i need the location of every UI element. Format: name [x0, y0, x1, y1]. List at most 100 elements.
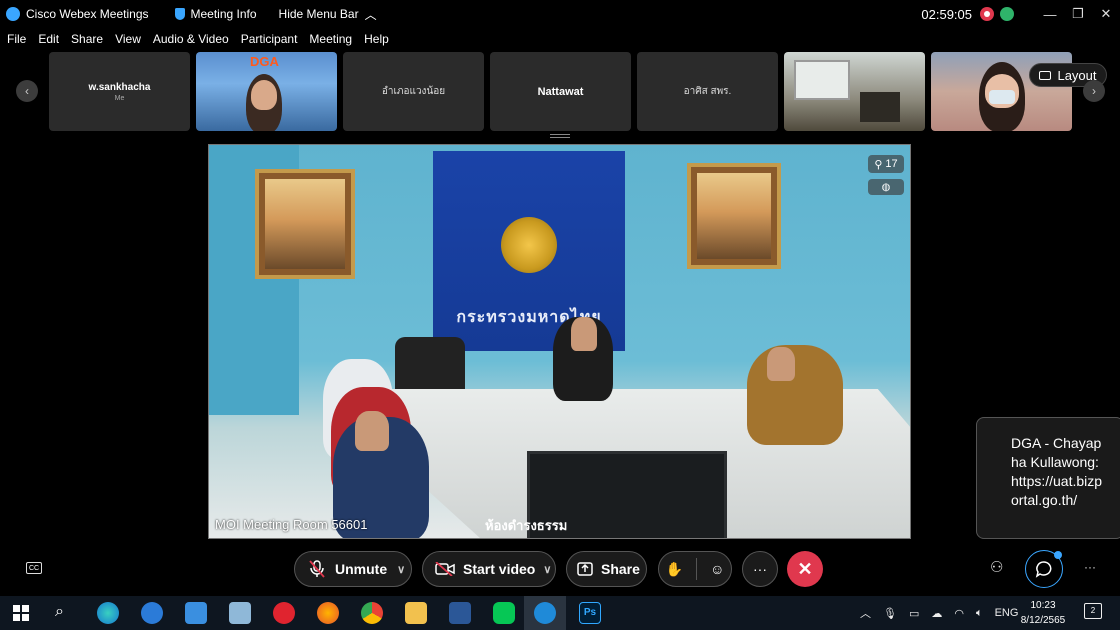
participants-panel-icon[interactable]: ⚇: [990, 558, 1003, 576]
windows-start-icon[interactable]: [13, 605, 29, 621]
person-icon: ⚲: [874, 158, 883, 171]
participant-tile[interactable]: อำเภอแวงน้อย: [343, 52, 484, 131]
system-tray: ︿ 🎙︎ ▭ ☁︎ ◠ 🔈︎ ENG: [860, 596, 1018, 630]
chair-in-video: [860, 92, 900, 122]
menu-participant[interactable]: Participant: [241, 32, 298, 46]
participant-tile[interactable]: อาศิส สพร.: [637, 52, 778, 131]
menu-help[interactable]: Help: [364, 32, 389, 46]
participant-strip: ‹ w.sankhacha Me DGA อำเภอแวงน้อย Nattaw…: [0, 50, 1120, 134]
chevron-down-icon[interactable]: ∨: [397, 563, 405, 576]
close-icon[interactable]: ✕: [1092, 6, 1120, 22]
person-face: [767, 347, 795, 381]
menu-edit[interactable]: Edit: [38, 32, 59, 46]
menu-bar: File Edit Share View Audio & Video Parti…: [0, 28, 1120, 50]
participant-name: w.sankhacha: [88, 81, 151, 93]
participant-video-tile[interactable]: DGA: [196, 52, 337, 131]
volume-icon[interactable]: 🔈︎: [976, 607, 983, 620]
edge-icon[interactable]: [97, 602, 119, 624]
participant-face: [251, 80, 277, 110]
portrait-frame: [687, 163, 781, 269]
chrome-icon[interactable]: [361, 602, 383, 624]
more-icon: ···: [753, 561, 767, 577]
start-video-button[interactable]: Start video ∨: [422, 551, 556, 587]
menu-view[interactable]: View: [115, 32, 141, 46]
tray-chevron-up-icon[interactable]: ︿: [860, 605, 871, 621]
unmute-button[interactable]: Unmute ∨: [294, 551, 412, 587]
restore-icon[interactable]: ❐: [1064, 6, 1092, 22]
clock-time: 10:23: [1030, 600, 1056, 611]
strip-next-button[interactable]: ›: [1083, 80, 1105, 102]
participant-tile[interactable]: w.sankhacha Me: [49, 52, 190, 131]
main-video[interactable]: กระทรวงมหาดไทย ห้องดำรงธรรม MOI Meeting …: [208, 144, 911, 539]
participant-name: อาศิส สพร.: [683, 86, 732, 97]
search-icon[interactable]: ⌕: [55, 603, 64, 621]
wifi-icon[interactable]: ◠: [954, 607, 964, 620]
unmute-label: Unmute: [335, 561, 388, 577]
menu-meeting[interactable]: Meeting: [309, 32, 352, 46]
close-icon: ✕: [797, 558, 813, 579]
dga-logo: DGA: [250, 54, 279, 69]
internet-explorer-icon[interactable]: [141, 602, 163, 624]
person-in-video: [747, 345, 843, 445]
chevron-left-icon: ‹: [25, 84, 29, 98]
participant-video-tile[interactable]: [784, 52, 925, 131]
participant-tile[interactable]: Nattawat: [490, 52, 631, 131]
more-panels-icon[interactable]: ···: [1084, 560, 1096, 574]
file-explorer-icon[interactable]: [405, 602, 427, 624]
emoji-reaction-icon[interactable]: ☺: [710, 561, 724, 577]
chevron-down-icon[interactable]: ∨: [543, 563, 551, 576]
hide-menu-bar-button[interactable]: Hide Menu Bar ︿: [279, 6, 377, 23]
microphone-icon[interactable]: 🎙︎: [883, 607, 897, 620]
meeting-info-button[interactable]: Meeting Info: [174, 7, 257, 21]
room-sign: ห้องดำรงธรรม: [485, 518, 568, 533]
opera-icon[interactable]: [273, 602, 295, 624]
notification-count: 2: [1090, 606, 1096, 615]
portrait-frame: [255, 169, 355, 279]
clock-date: 8/12/2565: [1020, 615, 1066, 626]
participant-name: Nattawat: [537, 85, 584, 98]
shield-icon: [174, 8, 185, 20]
participant-sub: Me: [114, 94, 125, 102]
menu-file[interactable]: File: [7, 32, 26, 46]
taskbar-clock[interactable]: 10:23 8/12/2565: [1018, 598, 1068, 628]
notification-center-icon[interactable]: 2: [1084, 603, 1102, 619]
share-button[interactable]: Share: [566, 551, 647, 587]
menu-share[interactable]: Share: [71, 32, 103, 46]
chat-notification[interactable]: DGA - Chayapha Kullawong: https://uat.bi…: [976, 417, 1120, 539]
minimize-icon[interactable]: —: [1036, 7, 1064, 22]
meeting-info-label: Meeting Info: [190, 7, 257, 21]
globe-icon[interactable]: ◍: [868, 179, 904, 195]
resize-grip[interactable]: [550, 134, 570, 138]
webex-taskbar-icon[interactable]: [534, 602, 556, 624]
app-icon[interactable]: [229, 602, 251, 624]
raise-hand-icon[interactable]: ✋: [666, 561, 683, 578]
layout-icon: [1039, 70, 1052, 80]
mic-muted-icon: [309, 560, 325, 578]
battery-icon[interactable]: ▭: [909, 607, 919, 620]
end-meeting-button[interactable]: ✕: [787, 551, 823, 587]
firefox-icon[interactable]: [317, 602, 339, 624]
menu-audio-video[interactable]: Audio & Video: [153, 32, 229, 46]
share-label: Share: [601, 561, 640, 577]
video-off-icon: [435, 562, 455, 576]
more-options-button[interactable]: ···: [742, 551, 778, 587]
reactions-group: ✋ ☺: [658, 551, 732, 587]
windows-taskbar: ⌕ Ps ︿ 🎙︎ ▭ ☁︎ ◠ 🔈︎ ENG 10:23 8/12/2565 …: [0, 596, 1120, 630]
emblem-icon: [501, 217, 557, 273]
word-icon[interactable]: [449, 602, 471, 624]
mask: [989, 90, 1015, 104]
mail-icon[interactable]: [185, 602, 207, 624]
photoshop-icon[interactable]: Ps: [579, 602, 601, 624]
network-health-icon[interactable]: [1000, 7, 1014, 21]
window-in-video: [794, 60, 850, 100]
recording-icon[interactable]: [980, 7, 994, 21]
captions-icon[interactable]: CC: [26, 562, 42, 574]
app-title: Cisco Webex Meetings: [26, 7, 149, 21]
participant-count-badge[interactable]: ⚲ 17: [868, 155, 904, 173]
unread-indicator: [1054, 551, 1062, 559]
line-icon[interactable]: [493, 602, 515, 624]
person-face: [571, 317, 597, 351]
cloud-icon[interactable]: ☁︎: [931, 607, 942, 620]
language-indicator[interactable]: ENG: [995, 607, 1019, 619]
strip-prev-button[interactable]: ‹: [16, 80, 38, 102]
